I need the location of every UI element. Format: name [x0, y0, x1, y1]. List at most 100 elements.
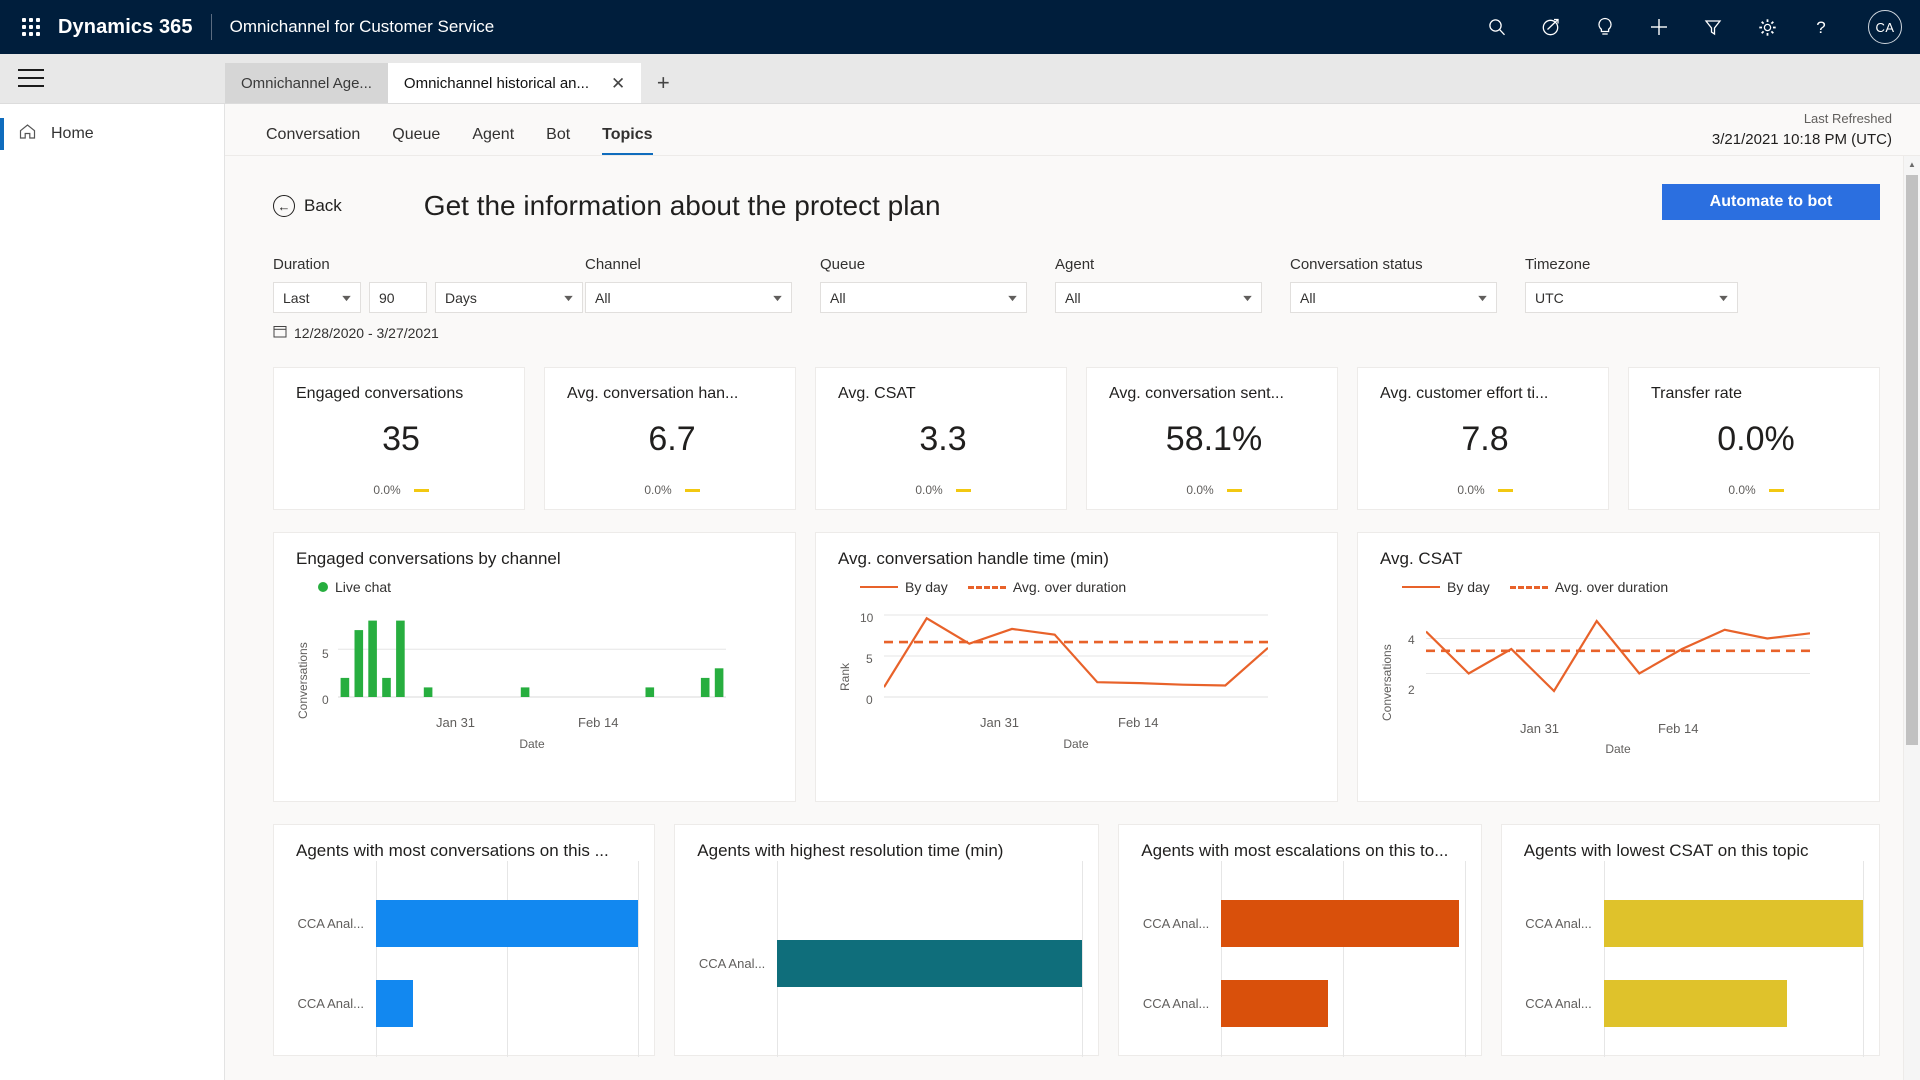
- sidebar-item-home[interactable]: Home: [0, 110, 224, 158]
- kpi-value: 58.1%: [1165, 419, 1263, 458]
- queue-value: All: [830, 289, 846, 306]
- browser-tab-1[interactable]: Omnichannel Age...: [225, 63, 388, 103]
- tab-conversation-label: Conversation: [266, 126, 361, 143]
- kpi-card[interactable]: Avg. conversation han... 6.7 0.0%: [544, 367, 796, 510]
- legend-label: Live chat: [335, 579, 392, 595]
- chart-plot-area: CCA Anal...: [697, 861, 1084, 1057]
- dashboard-scroll-area: ← Back Get the information about the pro…: [225, 156, 1920, 1080]
- left-sidebar: Home: [0, 104, 225, 1080]
- x-axis-title: Date: [1605, 742, 1631, 756]
- date-range-value: 12/28/2020 - 3/27/2021: [294, 324, 439, 341]
- tab-topics[interactable]: Topics: [586, 126, 668, 155]
- chart-agents-highest-resolution-time[interactable]: Agents with highest resolution time (min…: [674, 824, 1100, 1057]
- kpi-card[interactable]: Engaged conversations 35 0.0%: [273, 367, 525, 510]
- calendar-icon: [273, 324, 287, 341]
- kpi-delta: 0.0%: [644, 483, 672, 497]
- kpi-card[interactable]: Avg. conversation sent... 58.1% 0.0%: [1086, 367, 1338, 510]
- timezone-select[interactable]: UTC ▼: [1525, 282, 1738, 313]
- app-launcher-icon[interactable]: [14, 10, 48, 44]
- lightbulb-icon[interactable]: [1592, 14, 1618, 40]
- chart-agents-most-conversations[interactable]: Agents with most conversations on this .…: [273, 824, 656, 1057]
- chart-agents-lowest-csat[interactable]: Agents with lowest CSAT on this topic CC…: [1500, 824, 1880, 1057]
- y-tick: 5: [866, 652, 873, 666]
- hbar-fill: [376, 899, 639, 947]
- kpi-card[interactable]: Transfer rate 0.0% 0.0%: [1628, 367, 1880, 510]
- chart-agents-most-escalations[interactable]: Agents with most escalations on this to.…: [1118, 824, 1482, 1057]
- line-chart-svg: [884, 614, 1268, 698]
- legend-label: Avg. over duration: [1554, 579, 1669, 595]
- agent-select[interactable]: All ▼: [1055, 282, 1262, 313]
- tab-bot[interactable]: Bot: [530, 126, 586, 155]
- x-tick: Jan 31: [1520, 721, 1560, 736]
- search-icon[interactable]: [1484, 14, 1510, 40]
- kpi-value: 0.0%: [1717, 419, 1795, 458]
- scroll-up-icon[interactable]: ▲: [1904, 156, 1920, 173]
- kpi-value: 6.7: [648, 419, 696, 458]
- chart-avg-conversation-handle-time[interactable]: Avg. conversation handle time (min) By d…: [815, 532, 1338, 802]
- hbar-row: CCA Anal...: [1524, 883, 1863, 963]
- hbar-label: CCA Anal...: [297, 995, 364, 1011]
- plus-icon[interactable]: [1646, 14, 1672, 40]
- close-icon[interactable]: ✕: [611, 75, 625, 92]
- browser-tab-1-label: Omnichannel Age...: [241, 74, 372, 92]
- hbar-fill: [1603, 979, 1787, 1027]
- kpi-title: Avg. conversation sent...: [1109, 385, 1284, 402]
- legend-line-icon: [1402, 585, 1440, 589]
- bar-chart-svg: [338, 620, 726, 698]
- hbar-label: CCA Anal...: [1142, 995, 1210, 1011]
- tab-conversation[interactable]: Conversation: [250, 126, 376, 155]
- kpi-card[interactable]: Avg. CSAT 3.3 0.0%: [815, 367, 1067, 510]
- x-axis-title: Date: [519, 737, 545, 751]
- gear-icon[interactable]: [1754, 14, 1780, 40]
- avatar[interactable]: CA: [1868, 10, 1902, 44]
- kpi-title: Avg. CSAT: [838, 385, 916, 402]
- sidebar-item-home-label: Home: [51, 125, 94, 142]
- browser-tab-2-label: Omnichannel historical an...: [403, 74, 590, 92]
- duration-amount-input[interactable]: 90: [369, 282, 427, 313]
- chart-plot-area: Rank 0 5 10 Jan 31 Feb 14 Date: [838, 597, 1323, 751]
- kpi-title: Avg. conversation han...: [567, 385, 739, 402]
- chart-title: Engaged conversations by channel: [296, 549, 561, 568]
- kpi-delta: 0.0%: [915, 483, 943, 497]
- dashboard-tabs: Conversation Queue Agent Bot Topics Last…: [225, 104, 1920, 156]
- tab-queue[interactable]: Queue: [376, 126, 456, 155]
- filter-channel: Channel All ▼: [585, 256, 820, 341]
- line-chart-svg: [1426, 619, 1810, 693]
- duration-mode-select[interactable]: Last ▼: [273, 282, 361, 313]
- kpi-title: Avg. customer effort ti...: [1380, 385, 1549, 402]
- chart-plot-area: CCA Anal... CCA Anal...: [1524, 861, 1864, 1057]
- hbar-row: CCA Anal...: [1141, 963, 1464, 1043]
- browser-tab-2[interactable]: Omnichannel historical an... ✕: [387, 63, 642, 103]
- trend-flat-icon: [1226, 488, 1242, 492]
- timezone-value: UTC: [1535, 289, 1564, 306]
- help-icon[interactable]: ?: [1808, 14, 1834, 40]
- vertical-scrollbar[interactable]: ▲: [1903, 156, 1920, 1080]
- kpi-card[interactable]: Avg. customer effort ti... 7.8 0.0%: [1357, 367, 1609, 510]
- filter-icon[interactable]: [1700, 14, 1726, 40]
- y-tick: 2: [1408, 683, 1415, 697]
- chart-avg-csat[interactable]: Avg. CSAT By day Avg. over duration Conv…: [1357, 532, 1880, 802]
- tab-bot-label: Bot: [546, 126, 571, 143]
- brand-divider: [210, 14, 212, 40]
- hbar-fill: [1221, 979, 1329, 1027]
- svg-text:?: ?: [1816, 18, 1825, 37]
- add-tab-icon[interactable]: +: [641, 63, 686, 103]
- filter-agent: Agent All ▼: [1055, 256, 1290, 341]
- y-tick: 10: [860, 611, 874, 625]
- legend-line-icon: [860, 585, 898, 589]
- trend-flat-icon: [1497, 488, 1513, 492]
- tab-agent[interactable]: Agent: [456, 126, 530, 155]
- back-button[interactable]: ← Back: [273, 195, 342, 217]
- hamburger-icon[interactable]: [18, 69, 44, 87]
- chart-engaged-conversations-by-channel[interactable]: Engaged conversations by channel Live ch…: [273, 532, 796, 802]
- hbar-row: CCA Anal...: [296, 963, 638, 1043]
- kpi-value: 3.3: [919, 419, 967, 458]
- queue-select[interactable]: All ▼: [820, 282, 1027, 313]
- scrollbar-thumb[interactable]: [1906, 175, 1918, 745]
- assistant-icon[interactable]: [1538, 14, 1564, 40]
- filter-conversation-status: Conversation status All ▼: [1290, 256, 1525, 341]
- conversation-status-select[interactable]: All ▼: [1290, 282, 1497, 313]
- automate-to-bot-button[interactable]: Automate to bot: [1662, 184, 1880, 220]
- channel-select[interactable]: All ▼: [585, 282, 792, 313]
- duration-unit-select[interactable]: Days ▼: [435, 282, 583, 313]
